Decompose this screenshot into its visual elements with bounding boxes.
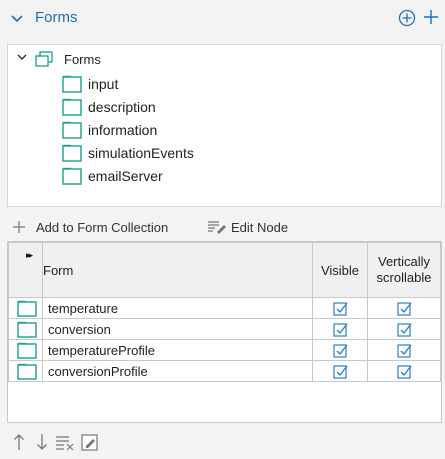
checkbox-checked-icon bbox=[396, 322, 412, 337]
form-icon-cell bbox=[8, 318, 43, 340]
scrollable-checkbox[interactable] bbox=[367, 360, 441, 382]
checkbox-checked-icon bbox=[332, 343, 348, 358]
column-header-visible[interactable]: Visible bbox=[312, 242, 368, 298]
table-row[interactable]: temperatureProfile bbox=[8, 339, 441, 361]
plus-icon[interactable] bbox=[12, 220, 26, 234]
form-icon bbox=[62, 121, 82, 139]
table-row[interactable]: conversionProfile bbox=[8, 360, 441, 382]
forms-folder-icon bbox=[35, 51, 53, 67]
tree-item[interactable]: description bbox=[62, 98, 445, 116]
plus-icon[interactable] bbox=[422, 8, 440, 26]
checkbox-checked-icon bbox=[332, 322, 348, 337]
visible-checkbox[interactable] bbox=[312, 297, 368, 319]
move-up-icon[interactable] bbox=[13, 433, 25, 454]
form-name-cell[interactable]: temperatureProfile bbox=[42, 339, 313, 361]
forms-tree: Forms input description information simu… bbox=[7, 44, 442, 207]
column-header-scrollable-line2: scrollable bbox=[376, 270, 432, 285]
double-arrow-icon: ▸▸ bbox=[25, 250, 33, 260]
tree-root-label[interactable]: Forms bbox=[64, 52, 101, 67]
form-icon bbox=[62, 75, 82, 93]
form-icon bbox=[62, 144, 82, 162]
form-icon bbox=[17, 342, 37, 359]
section-title[interactable]: Forms bbox=[35, 9, 78, 26]
edit-icon[interactable] bbox=[81, 433, 99, 454]
scrollable-checkbox[interactable] bbox=[367, 318, 441, 340]
form-icon bbox=[62, 167, 82, 185]
form-icon bbox=[17, 363, 37, 380]
tree-item-label: input bbox=[88, 76, 119, 92]
table-row[interactable]: conversion bbox=[8, 318, 441, 340]
tree-expand-icon[interactable] bbox=[17, 53, 27, 63]
tree-item[interactable]: input bbox=[62, 75, 445, 93]
tree-item[interactable]: emailServer bbox=[62, 167, 445, 185]
form-name-cell[interactable]: conversion bbox=[42, 318, 313, 340]
section-header: Forms bbox=[0, 0, 445, 38]
add-circle-icon[interactable] bbox=[398, 9, 416, 27]
column-header-form[interactable]: Form bbox=[42, 242, 313, 298]
chevron-down-icon[interactable] bbox=[10, 12, 24, 26]
clear-list-icon[interactable] bbox=[55, 433, 75, 454]
checkbox-checked-icon bbox=[396, 343, 412, 358]
form-icon bbox=[17, 300, 37, 317]
tree-item[interactable]: information bbox=[62, 121, 445, 139]
form-icon-cell bbox=[8, 360, 43, 382]
scrollable-checkbox[interactable] bbox=[367, 297, 441, 319]
checkbox-checked-icon bbox=[332, 301, 348, 316]
form-icon-cell bbox=[8, 339, 43, 361]
scrollable-checkbox[interactable] bbox=[367, 339, 441, 361]
tree-toolbar: Add to Form Collection Edit Node bbox=[0, 212, 445, 240]
checkbox-checked-icon bbox=[332, 364, 348, 379]
checkbox-checked-icon bbox=[396, 364, 412, 379]
visible-checkbox[interactable] bbox=[312, 360, 368, 382]
form-icon bbox=[62, 98, 82, 116]
column-header-scrollable[interactable]: Vertically scrollable bbox=[367, 242, 441, 298]
form-icon-cell bbox=[8, 297, 43, 319]
table-header-row: ▸▸ Form Visible Vertically scrollable bbox=[8, 242, 441, 298]
visible-checkbox[interactable] bbox=[312, 318, 368, 340]
column-header-scrollable-line1: Vertically bbox=[377, 254, 431, 269]
edit-node-icon[interactable] bbox=[207, 220, 227, 234]
form-icon bbox=[17, 321, 37, 338]
table-row[interactable]: temperature bbox=[8, 297, 441, 319]
tree-item-label: information bbox=[88, 122, 158, 138]
edit-node-button[interactable]: Edit Node bbox=[231, 220, 288, 235]
form-name-cell[interactable]: temperature bbox=[42, 297, 313, 319]
tree-item-label: emailServer bbox=[88, 168, 163, 184]
table-toolbar bbox=[0, 428, 445, 456]
tree-item-label: simulationEvents bbox=[88, 145, 194, 161]
form-name-cell[interactable]: conversionProfile bbox=[42, 360, 313, 382]
tree-item-label: description bbox=[88, 99, 156, 115]
row-marker-header[interactable]: ▸▸ bbox=[8, 242, 43, 298]
forms-table: ▸▸ Form Visible Vertically scrollable te… bbox=[7, 241, 442, 423]
tree-item[interactable]: simulationEvents bbox=[62, 144, 445, 162]
move-down-icon[interactable] bbox=[36, 433, 48, 454]
add-to-form-collection-button[interactable]: Add to Form Collection bbox=[36, 220, 168, 235]
visible-checkbox[interactable] bbox=[312, 339, 368, 361]
checkbox-checked-icon bbox=[396, 301, 412, 316]
